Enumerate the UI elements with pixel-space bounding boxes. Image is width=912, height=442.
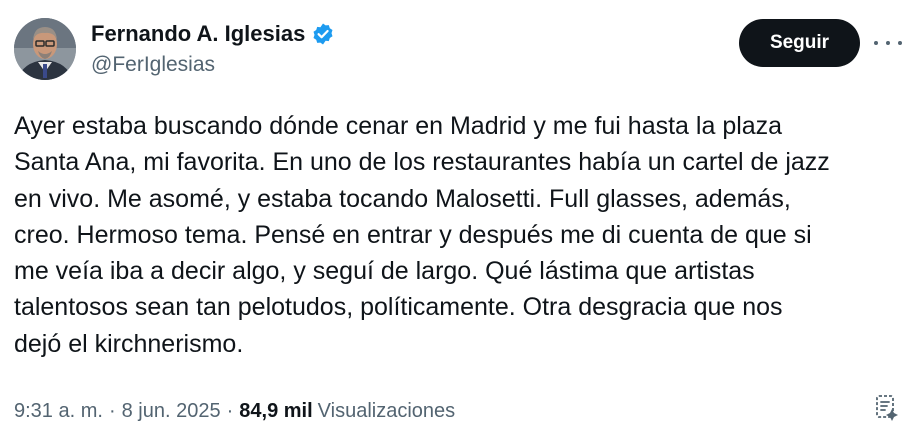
tweet-text-line: creo. Hermoso tema. Pensé en entrar y de… [14,220,812,249]
tweet-text: Ayer estaba buscando dónde cenar en Madr… [14,108,904,362]
tweet-card: Fernando A. Iglesias @FerIglesias Seguir… [0,0,912,442]
tweet-text-line: en vivo. Me asomé, y estaba tocando Malo… [14,184,791,213]
tweet-text-line: talentosos sean tan pelotudos, políticam… [14,293,783,322]
verified-badge-icon [313,23,333,45]
meta-separator: · [108,400,116,422]
dot [898,41,902,45]
profile-photo-icon [14,18,76,80]
author-handle[interactable]: @FerIglesias [91,52,215,78]
tweet-time[interactable]: 9:31 a. m. [14,398,103,424]
views-count: 84,9 mil [239,400,313,422]
views-label: Visualizaciones [317,400,456,422]
tweet-text-line: dejó el kirchnerismo. [14,329,244,358]
tweet-text-line: me veía iba a decir algo, y seguí de lar… [14,257,755,286]
grok-explain-icon[interactable] [872,392,902,422]
tweet-text-line: Santa Ana, mi favorita. En uno de los re… [14,148,830,177]
author-display-name[interactable]: Fernando A. Iglesias [91,20,305,48]
tweet-date[interactable]: 8 jun. 2025 [122,398,221,424]
follow-button[interactable]: Seguir [739,19,860,67]
ellipsis-icon[interactable] [874,33,902,53]
dot [874,41,878,45]
tweet-text-line: Ayer estaba buscando dónde cenar en Madr… [14,112,783,140]
avatar[interactable] [14,18,76,80]
tweet-meta: 9:31 a. m. · 8 jun. 2025 · 84,9 mil Visu… [14,398,455,424]
dot [886,41,890,45]
meta-separator: · [226,400,234,422]
author-name-row: Fernando A. Iglesias [91,20,335,48]
